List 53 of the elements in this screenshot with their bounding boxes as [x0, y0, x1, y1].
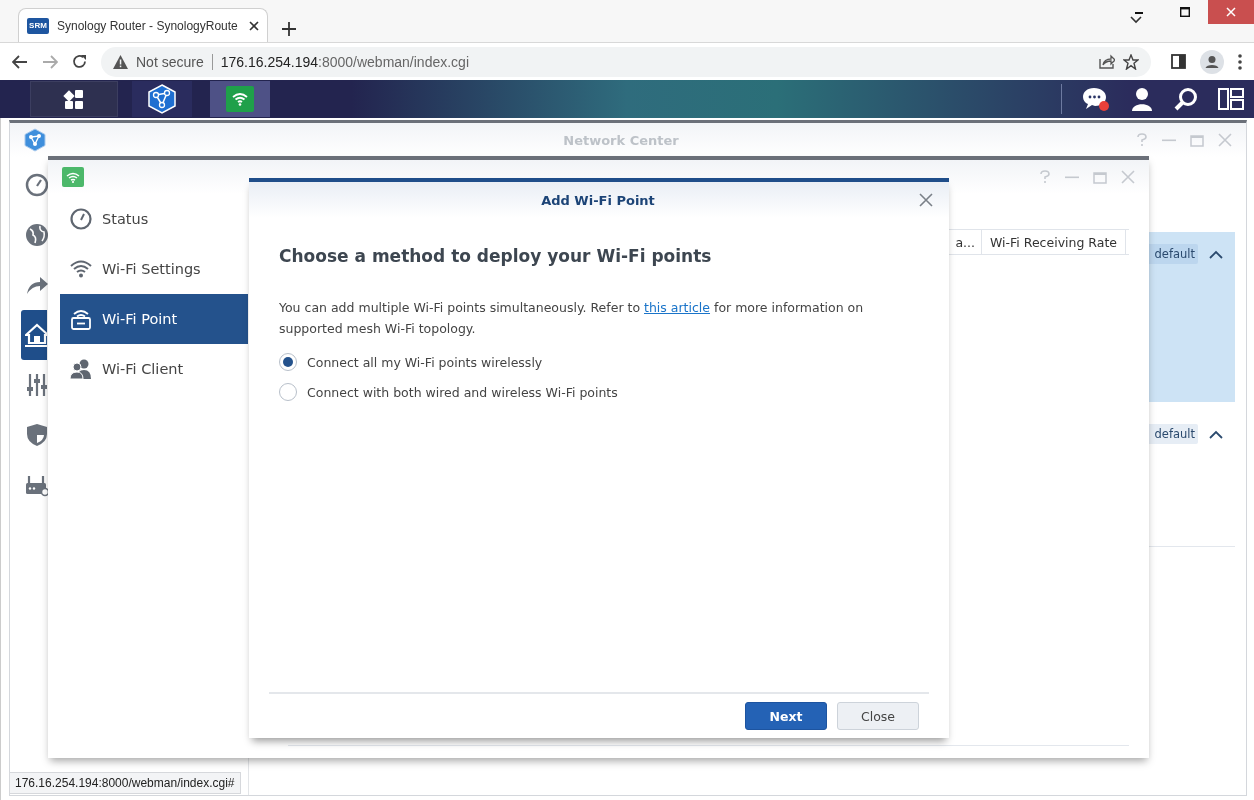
sidebar-item[interactable]: Wi-Fi Settings [60, 244, 248, 294]
dialog-heading: Choose a method to deploy your Wi-Fi points [279, 246, 713, 266]
sidebar-item[interactable]: Wi-Fi Point [60, 294, 248, 344]
option-label[interactable]: Connect with both wired and wireless Wi-Fi points [307, 384, 618, 400]
chat-bubble-icon[interactable] [1082, 86, 1110, 112]
back-icon[interactable] [12, 54, 28, 69]
url-field[interactable]: 176.16.254.194:8000/webman/index.cgi [220, 53, 470, 70]
browser-tab[interactable]: SRM Synology Router - SynologyRoute [18, 8, 268, 42]
side-panel-icon[interactable] [1171, 54, 1186, 69]
chevron-up-icon[interactable] [1209, 249, 1223, 259]
widgets-icon[interactable] [1218, 88, 1244, 110]
close-button[interactable]: Close [837, 702, 919, 730]
security-label[interactable]: Not secure [136, 53, 213, 70]
star-icon[interactable] [1123, 53, 1139, 70]
wifi-point-icon [70, 308, 92, 330]
sidebar-item[interactable]: Status [60, 194, 248, 244]
option-label[interactable]: Connect all my Wi-Fi points wirelessly [307, 354, 543, 370]
profile-icon[interactable] [1200, 49, 1224, 74]
radio-button[interactable] [279, 383, 297, 401]
sidebar-item[interactable]: Wi-Fi Client [60, 344, 248, 394]
wifi-app-icon [226, 86, 254, 112]
search-icon[interactable] [1174, 87, 1198, 111]
close-icon[interactable] [249, 20, 259, 31]
more-icon[interactable] [1238, 53, 1242, 70]
network-hexagon-icon [147, 84, 177, 114]
taskbar-app[interactable] [132, 81, 192, 117]
network-hexagon-icon [24, 128, 46, 152]
radio-button[interactable] [279, 353, 297, 371]
reload-icon[interactable] [72, 54, 87, 69]
wifi-app-icon [62, 167, 84, 187]
column-header[interactable]: Wi-Fi Receiving Rate [982, 230, 1126, 254]
nav-item[interactable] [21, 310, 47, 360]
dialog-title: Add Wi-Fi Point [540, 192, 656, 208]
status-url: 176.16.254.194:8000/webman/index.cgi# [9, 772, 241, 794]
window-title: Network Center [562, 132, 680, 148]
gauge-icon [70, 208, 92, 230]
taskbar-app[interactable] [30, 81, 118, 117]
description-text: You can add multiple Wi-Fi points simultaneously. Refer to this article for more information on supported mesh Wi-Fi topology. [279, 299, 865, 338]
users-icon [70, 358, 92, 380]
tab-title: Synology Router - SynologyRoute [57, 18, 239, 33]
next-button[interactable]: Next [745, 702, 827, 730]
favicon: SRM [27, 17, 49, 34]
maximize-icon[interactable] [1180, 7, 1190, 17]
plus-icon[interactable] [282, 22, 296, 36]
chevron-down-icon[interactable] [1130, 16, 1142, 24]
gauge-icon [25, 173, 49, 197]
warning-icon [113, 54, 128, 69]
article-link[interactable]: this article [644, 300, 710, 315]
main-menu-icon [63, 88, 85, 110]
wifi-icon [70, 258, 92, 280]
user-icon[interactable] [1130, 87, 1154, 111]
share-icon[interactable] [1099, 54, 1115, 69]
chevron-up-icon[interactable] [1209, 429, 1223, 439]
